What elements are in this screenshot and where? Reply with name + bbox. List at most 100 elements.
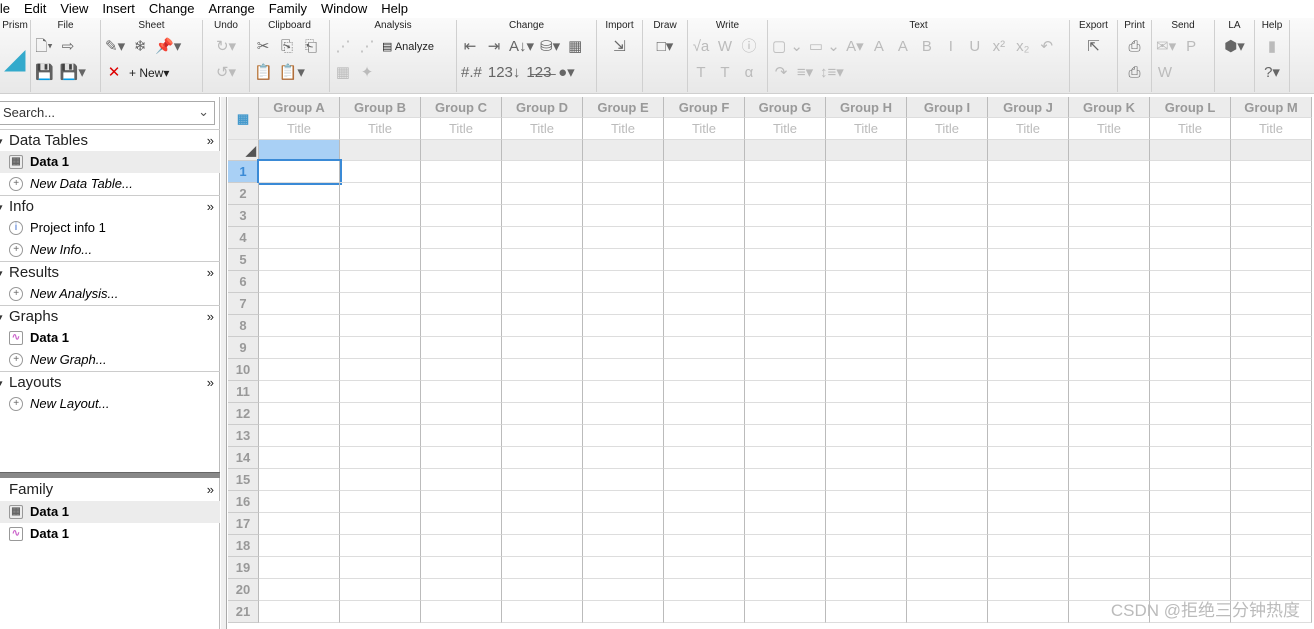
- data-cell[interactable]: [664, 161, 745, 183]
- data-cell[interactable]: [907, 579, 988, 601]
- data-cell[interactable]: [664, 337, 745, 359]
- undo-icon[interactable]: ↺▾: [207, 62, 245, 84]
- data-cell[interactable]: [421, 491, 502, 513]
- data-cell[interactable]: [502, 535, 583, 557]
- sidebar-item[interactable]: ∿ Data 1: [0, 523, 220, 545]
- redo-icon[interactable]: ↻▾: [207, 36, 245, 58]
- sidebar-item[interactable]: + New Info...: [0, 239, 220, 261]
- data-cell[interactable]: [745, 535, 826, 557]
- paste-menu-icon[interactable]: 📋▾: [279, 62, 305, 84]
- data-cell[interactable]: [502, 557, 583, 579]
- column-header[interactable]: Group H: [826, 97, 907, 118]
- data-cell[interactable]: [1069, 293, 1150, 315]
- data-cell[interactable]: [745, 513, 826, 535]
- data-cell[interactable]: [664, 557, 745, 579]
- la-icon[interactable]: ⬢▾: [1219, 36, 1250, 58]
- data-cell[interactable]: [745, 601, 826, 623]
- new-file-icon[interactable]: 🗋▾: [35, 36, 53, 58]
- data-cell[interactable]: [502, 403, 583, 425]
- data-cell[interactable]: [826, 579, 907, 601]
- data-cell[interactable]: [826, 491, 907, 513]
- data-cell[interactable]: [1231, 161, 1312, 183]
- sqrt-icon[interactable]: √a: [692, 36, 710, 58]
- data-cell[interactable]: [745, 491, 826, 513]
- data-cell[interactable]: [1150, 557, 1231, 579]
- data-cell[interactable]: [1069, 403, 1150, 425]
- data-cell[interactable]: [502, 601, 583, 623]
- data-cell[interactable]: [259, 513, 340, 535]
- expand-more-icon[interactable]: »: [207, 372, 214, 394]
- data-cell[interactable]: [1069, 491, 1150, 513]
- data-cell[interactable]: [1231, 337, 1312, 359]
- data-cell[interactable]: [1069, 315, 1150, 337]
- row-number[interactable]: 6: [228, 271, 259, 293]
- number-format-icon[interactable]: #.#: [461, 62, 482, 84]
- analysis-chart-icon[interactable]: ⋰: [334, 36, 352, 58]
- menu-help[interactable]: Help: [374, 0, 415, 18]
- grow-font-icon[interactable]: A: [870, 36, 888, 58]
- sort-icon[interactable]: A↓▾: [509, 36, 534, 58]
- data-cell[interactable]: [1231, 205, 1312, 227]
- data-cell[interactable]: [583, 293, 664, 315]
- row-number[interactable]: 1: [228, 161, 259, 183]
- data-cell[interactable]: [1150, 249, 1231, 271]
- data-cell[interactable]: [664, 359, 745, 381]
- prism-logo-icon[interactable]: ◢: [4, 45, 26, 73]
- data-cell[interactable]: [421, 359, 502, 381]
- data-cell[interactable]: [826, 337, 907, 359]
- data-cell[interactable]: [1069, 183, 1150, 205]
- info-icon[interactable]: ⓘ: [740, 36, 758, 58]
- data-cell[interactable]: [988, 337, 1069, 359]
- data-cell[interactable]: [583, 359, 664, 381]
- data-cell[interactable]: [826, 601, 907, 623]
- data-cell[interactable]: [340, 491, 421, 513]
- copy-icon[interactable]: ⎘: [278, 36, 296, 58]
- data-cell[interactable]: [745, 447, 826, 469]
- data-cell[interactable]: [583, 579, 664, 601]
- data-cell[interactable]: [1069, 271, 1150, 293]
- data-cell[interactable]: [907, 425, 988, 447]
- column-title[interactable]: Title: [988, 118, 1069, 140]
- data-cell[interactable]: [421, 227, 502, 249]
- data-cell[interactable]: [826, 249, 907, 271]
- column-header[interactable]: Group M: [1231, 97, 1312, 118]
- column-title[interactable]: Title: [502, 118, 583, 140]
- data-cell[interactable]: [259, 601, 340, 623]
- expand-more-icon[interactable]: »: [207, 306, 214, 328]
- data-cell[interactable]: [340, 535, 421, 557]
- rotate-left-icon[interactable]: ↶: [1038, 36, 1056, 58]
- row-number[interactable]: 17: [228, 513, 259, 535]
- data-cell[interactable]: [988, 293, 1069, 315]
- data-cell[interactable]: [988, 447, 1069, 469]
- data-cell[interactable]: [907, 205, 988, 227]
- data-cell[interactable]: [421, 403, 502, 425]
- data-cell[interactable]: [583, 403, 664, 425]
- column-header[interactable]: Group B: [340, 97, 421, 118]
- data-cell[interactable]: [340, 271, 421, 293]
- column-x-row[interactable]: [583, 140, 664, 161]
- data-cell[interactable]: [340, 183, 421, 205]
- data-cell[interactable]: [907, 227, 988, 249]
- data-cell[interactable]: [826, 425, 907, 447]
- data-cell[interactable]: [583, 601, 664, 623]
- column-x-row[interactable]: [826, 140, 907, 161]
- data-cell[interactable]: [826, 183, 907, 205]
- data-cell[interactable]: [1150, 315, 1231, 337]
- fill-icon[interactable]: ⛁▾: [540, 36, 560, 58]
- data-cell[interactable]: [1069, 161, 1150, 183]
- column-header[interactable]: Group C: [421, 97, 502, 118]
- expand-more-icon[interactable]: »: [207, 130, 214, 152]
- data-cell[interactable]: [826, 293, 907, 315]
- data-cell[interactable]: [1069, 425, 1150, 447]
- spacing-icon[interactable]: ↕≡▾: [820, 62, 844, 84]
- data-cell[interactable]: [421, 271, 502, 293]
- data-cell[interactable]: [259, 381, 340, 403]
- data-cell[interactable]: [664, 579, 745, 601]
- paste-special-icon[interactable]: ⎗: [302, 36, 320, 58]
- row-number[interactable]: 3: [228, 205, 259, 227]
- data-cell[interactable]: [583, 381, 664, 403]
- analyze-button[interactable]: ▤ Analyze: [382, 36, 434, 58]
- word-icon[interactable]: W: [716, 36, 734, 58]
- section-header[interactable]: ▾ Graphs »: [0, 305, 220, 327]
- row-number[interactable]: 19: [228, 557, 259, 579]
